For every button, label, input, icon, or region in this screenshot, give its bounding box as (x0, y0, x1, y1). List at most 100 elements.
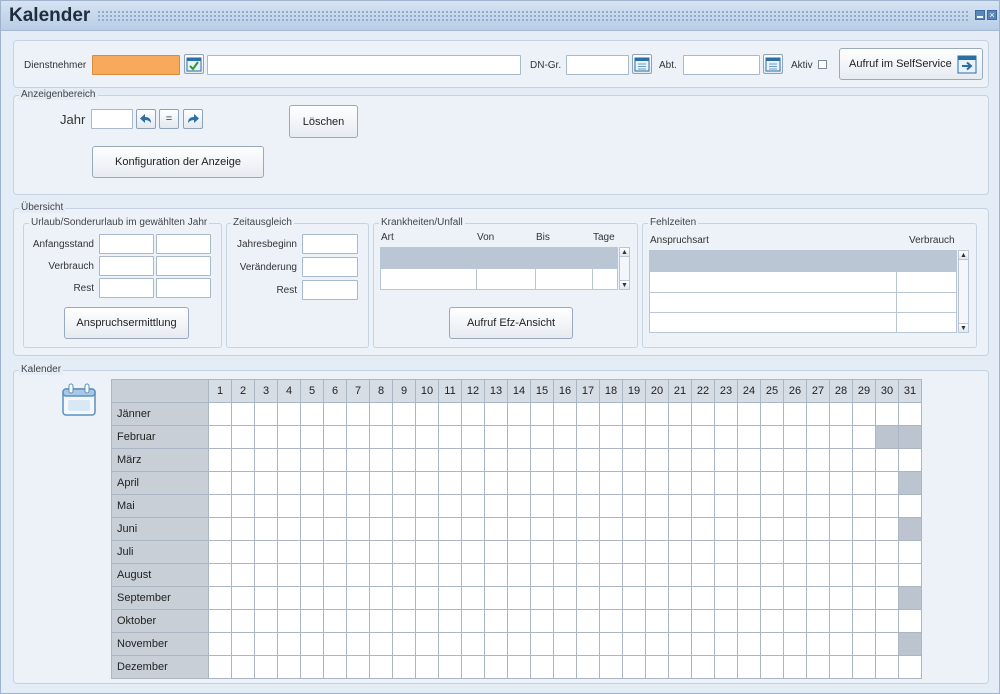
krankheiten-scrollbar[interactable]: ▲ ▼ (619, 247, 630, 290)
day-cell[interactable] (208, 425, 232, 449)
day-cell[interactable] (645, 655, 669, 679)
day-cell[interactable] (645, 540, 669, 564)
za-jahresbeginn-value[interactable] (302, 234, 358, 254)
day-cell[interactable] (622, 540, 646, 564)
day-cell[interactable] (645, 494, 669, 518)
day-cell[interactable] (461, 632, 485, 656)
day-cell[interactable] (783, 586, 807, 610)
day-cell[interactable] (231, 494, 255, 518)
urlaub-verbrauch-value-2[interactable] (156, 256, 211, 276)
day-cell[interactable] (760, 471, 784, 495)
day-cell[interactable] (484, 517, 508, 541)
day-cell[interactable] (668, 609, 692, 633)
day-cell[interactable] (438, 655, 462, 679)
day-cell[interactable] (461, 563, 485, 587)
day-cell[interactable] (645, 517, 669, 541)
day-cell[interactable] (737, 425, 761, 449)
day-cell[interactable] (346, 632, 370, 656)
day-cell[interactable] (829, 609, 853, 633)
day-cell[interactable] (783, 471, 807, 495)
day-cell[interactable] (208, 471, 232, 495)
day-cell[interactable] (254, 632, 278, 656)
day-cell[interactable] (507, 494, 531, 518)
day-cell[interactable] (507, 517, 531, 541)
day-cell[interactable] (530, 425, 554, 449)
day-cell[interactable] (277, 540, 301, 564)
day-cell[interactable] (622, 448, 646, 472)
day-cell[interactable] (254, 494, 278, 518)
fehlzeiten-row-2-art[interactable] (649, 271, 897, 293)
day-cell[interactable] (691, 563, 715, 587)
dngr-lookup-button[interactable] (632, 54, 652, 74)
day-cell[interactable] (806, 448, 830, 472)
day-cell[interactable] (484, 632, 508, 656)
day-cell[interactable] (461, 494, 485, 518)
day-cell[interactable] (691, 448, 715, 472)
day-cell[interactable] (461, 609, 485, 633)
day-cell[interactable] (346, 609, 370, 633)
day-cell[interactable] (415, 655, 439, 679)
day-cell[interactable] (875, 540, 899, 564)
za-veraenderung-value[interactable] (302, 257, 358, 277)
day-cell[interactable] (277, 655, 301, 679)
day-cell[interactable] (507, 655, 531, 679)
jahr-input[interactable] (91, 109, 133, 129)
day-cell[interactable] (829, 563, 853, 587)
day-cell[interactable] (277, 402, 301, 426)
day-cell[interactable] (622, 632, 646, 656)
day-cell[interactable] (599, 448, 623, 472)
day-cell[interactable] (507, 586, 531, 610)
day-cell[interactable] (415, 609, 439, 633)
day-cell[interactable] (760, 655, 784, 679)
day-cell[interactable] (553, 494, 577, 518)
day-cell[interactable] (783, 609, 807, 633)
day-cell[interactable] (852, 448, 876, 472)
day-cell[interactable] (576, 471, 600, 495)
day-cell[interactable] (530, 402, 554, 426)
day-cell[interactable] (599, 494, 623, 518)
day-cell[interactable] (277, 494, 301, 518)
day-cell[interactable] (300, 563, 324, 587)
day-cell[interactable] (783, 632, 807, 656)
day-cell[interactable] (829, 448, 853, 472)
day-cell[interactable] (507, 425, 531, 449)
day-cell[interactable] (231, 402, 255, 426)
day-cell[interactable] (875, 471, 899, 495)
day-cell[interactable] (645, 586, 669, 610)
day-cell[interactable] (622, 586, 646, 610)
day-cell[interactable] (461, 517, 485, 541)
day-cell[interactable] (323, 632, 347, 656)
day-cell[interactable] (392, 517, 416, 541)
day-cell[interactable] (760, 402, 784, 426)
selfservice-button[interactable]: Aufruf im SelfService (839, 48, 983, 80)
day-cell[interactable] (852, 563, 876, 587)
day-cell[interactable] (231, 586, 255, 610)
day-cell[interactable] (783, 402, 807, 426)
day-cell[interactable] (553, 448, 577, 472)
day-cell[interactable] (875, 402, 899, 426)
day-cell[interactable] (438, 609, 462, 633)
day-cell[interactable] (576, 586, 600, 610)
day-cell[interactable] (484, 609, 508, 633)
day-cell[interactable] (829, 586, 853, 610)
day-cell[interactable] (507, 540, 531, 564)
day-cell[interactable] (691, 609, 715, 633)
day-cell[interactable] (438, 563, 462, 587)
day-cell[interactable] (461, 402, 485, 426)
day-cell[interactable] (208, 586, 232, 610)
day-cell[interactable] (277, 517, 301, 541)
day-cell[interactable] (461, 540, 485, 564)
day-cell[interactable] (231, 655, 255, 679)
day-cell[interactable] (898, 494, 922, 518)
day-cell[interactable] (438, 402, 462, 426)
day-cell[interactable] (369, 540, 393, 564)
day-cell[interactable] (369, 471, 393, 495)
krankheiten-row-1-art[interactable] (380, 247, 477, 269)
day-cell[interactable] (622, 402, 646, 426)
day-cell[interactable] (346, 425, 370, 449)
day-cell[interactable] (277, 609, 301, 633)
day-cell[interactable] (346, 655, 370, 679)
day-cell[interactable] (898, 448, 922, 472)
day-cell[interactable] (714, 494, 738, 518)
day-cell[interactable] (415, 494, 439, 518)
